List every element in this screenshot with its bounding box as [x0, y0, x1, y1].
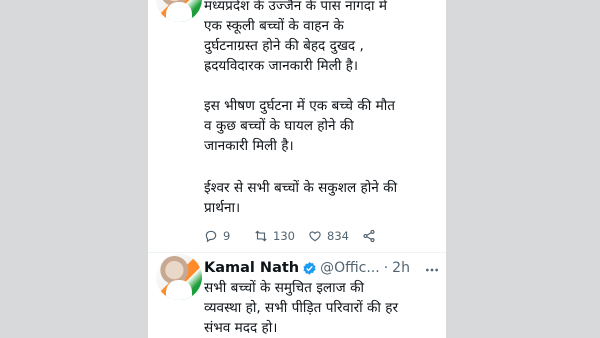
author-handle[interactable]: @Offic...	[320, 260, 380, 276]
retweet-icon	[255, 230, 267, 242]
retweet-button[interactable]: 130	[254, 229, 300, 243]
tweet-thread-card: मध्यप्रदेश के उज्जैन के पास नागदा में एक…	[148, 0, 446, 338]
more-icon[interactable]	[424, 262, 440, 278]
like-button[interactable]: 834	[308, 229, 362, 243]
like-count: 834	[327, 229, 349, 243]
reply-icon	[205, 230, 217, 243]
author-name[interactable]: Kamal Nath	[204, 260, 299, 276]
tweet-text-paragraph-3: ईश्वर से सभी बच्चों के सकुशल होने की प्र…	[204, 180, 398, 216]
tweet-header: Kamal Nath @Offic... · 2h	[204, 258, 440, 278]
avatar[interactable]	[156, 0, 202, 22]
share-button[interactable]	[362, 229, 376, 243]
share-icon	[363, 229, 375, 243]
like-icon	[309, 231, 321, 242]
tweet-divider	[148, 252, 446, 253]
retweet-count: 130	[273, 229, 295, 243]
author-avatar[interactable]	[156, 254, 202, 300]
header-separator: ·	[383, 260, 389, 276]
tweet-text-paragraph-2: इस भीषण दुर्घटना में एक बच्चे की मौत व क…	[204, 98, 396, 154]
tweet-action-bar: 9 130 834	[204, 226, 444, 246]
verified-icon	[303, 261, 316, 275]
reply-count: 9	[223, 229, 231, 243]
tweet-timestamp[interactable]: 2h	[392, 260, 410, 276]
tweet-text-paragraph-1: मध्यप्रदेश के उज्जैन के पास नागदा में एक…	[204, 0, 388, 74]
reply-tweet-text: सभी बच्चों के समुचित इलाज की व्यवस्था हो…	[204, 280, 399, 336]
reply-button[interactable]: 9	[204, 229, 250, 243]
